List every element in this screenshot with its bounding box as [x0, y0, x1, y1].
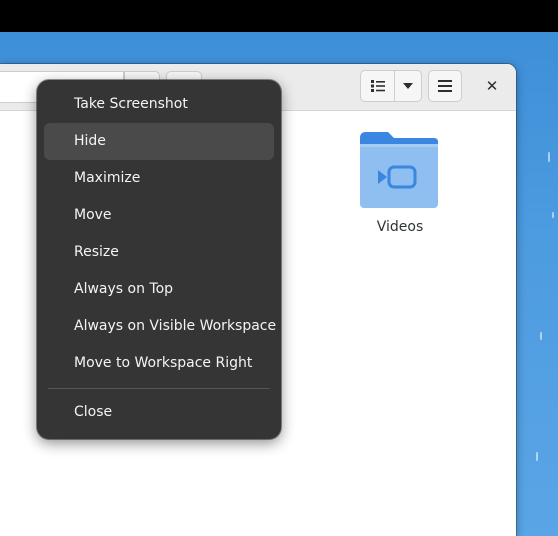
- close-window-button[interactable]: ✕: [480, 74, 504, 98]
- chevron-down-icon: [403, 83, 414, 89]
- window-context-menu: Take Screenshot Hide Maximize Move Resiz…: [37, 80, 281, 439]
- menu-item-take-screenshot[interactable]: Take Screenshot: [44, 86, 274, 123]
- list-view-button[interactable]: [361, 71, 396, 101]
- view-options-button[interactable]: [395, 71, 421, 101]
- menu-item-always-on-top[interactable]: Always on Top: [44, 271, 274, 308]
- menu-item-close[interactable]: Close: [44, 394, 274, 431]
- menu-item-resize[interactable]: Resize: [44, 234, 274, 271]
- file-label: Videos: [376, 219, 424, 235]
- folder-videos-icon: [360, 132, 438, 208]
- top-bar: [0, 0, 558, 32]
- view-switcher: [360, 70, 422, 102]
- list-view-icon: [370, 80, 385, 92]
- menu-separator: [48, 388, 270, 389]
- screen: ✕ Videos Take Screenshot Hide Maximize M…: [0, 0, 558, 536]
- menu-item-move-to-workspace-right[interactable]: Move to Workspace Right: [44, 345, 274, 382]
- hamburger-menu-icon: [438, 80, 452, 92]
- main-menu-button[interactable]: [428, 70, 462, 102]
- menu-item-maximize[interactable]: Maximize: [44, 160, 274, 197]
- file-item-videos[interactable]: Videos: [348, 130, 452, 235]
- menu-item-move[interactable]: Move: [44, 197, 274, 234]
- menu-item-hide[interactable]: Hide: [44, 123, 274, 160]
- menu-item-always-on-visible-workspace[interactable]: Always on Visible Workspace: [44, 308, 276, 345]
- close-icon: ✕: [485, 77, 499, 95]
